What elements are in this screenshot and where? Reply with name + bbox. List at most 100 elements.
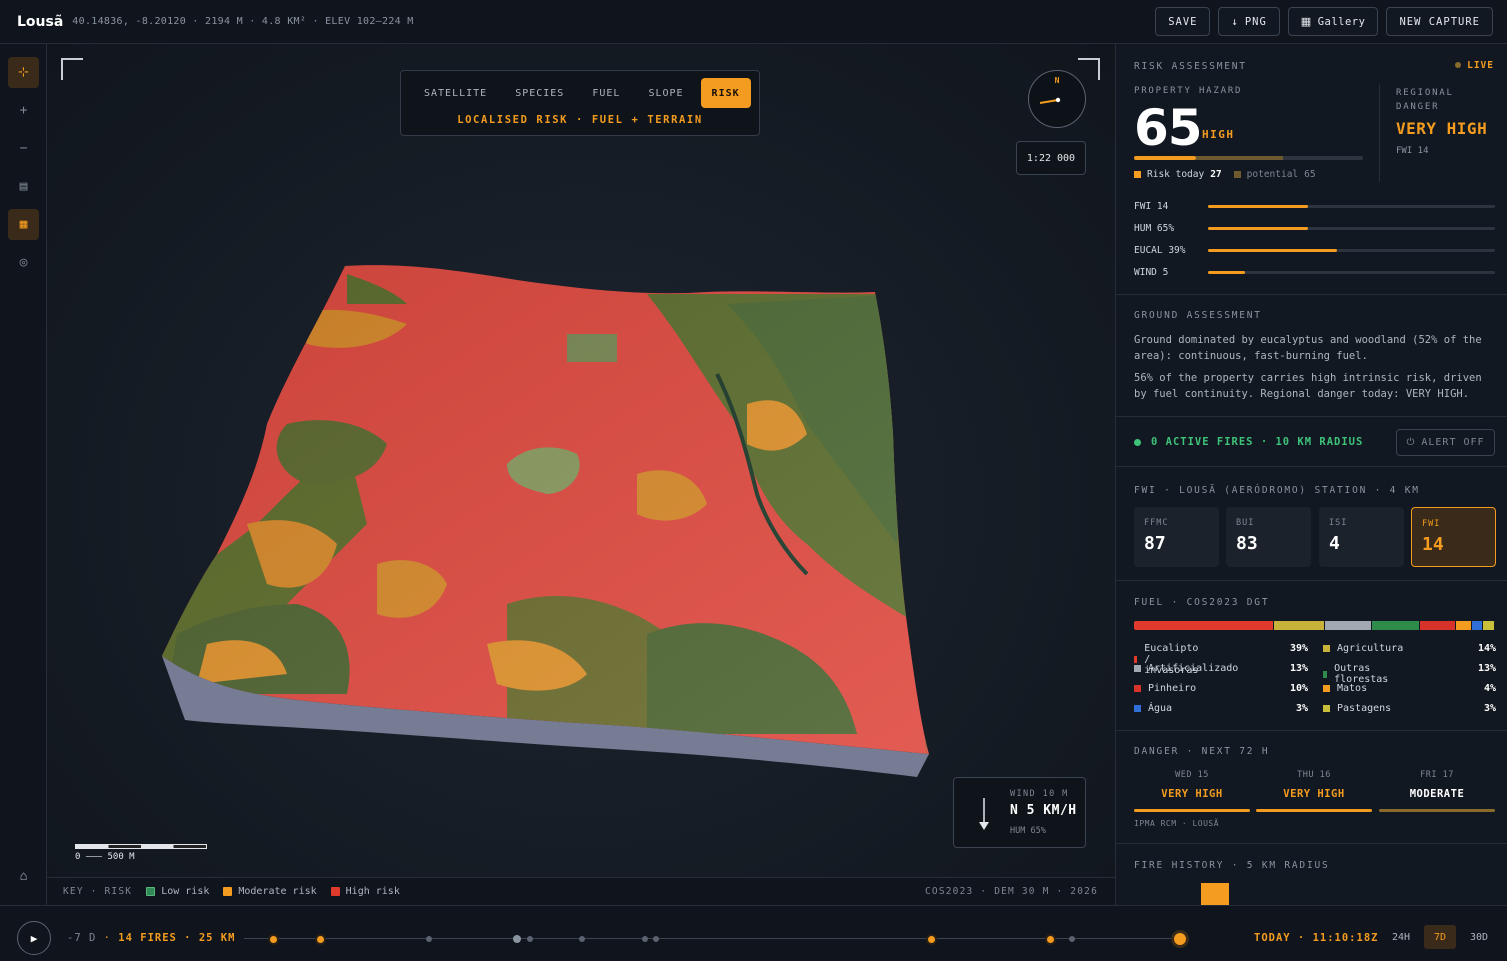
timeline-event-dot[interactable] (1069, 936, 1075, 942)
section-title: DANGER · NEXT 72 H (1134, 746, 1270, 757)
timeline-range: -7 D (67, 932, 97, 944)
timeline-event-dot[interactable] (527, 936, 533, 942)
tab-risk[interactable]: RISK (700, 78, 751, 108)
right-panel: RISK ASSESSMENT LIVE PROPERTY HAZARD 65 … (1115, 44, 1507, 905)
status-dot-icon (1134, 439, 1141, 446)
map-viewport[interactable]: SATELLITE SPECIES FUEL SLOPE RISK LOCALI… (47, 44, 1115, 877)
forecast-day-label: THU 16 (1297, 770, 1331, 780)
power-icon: ⏻ (1406, 437, 1416, 448)
tab-species[interactable]: SPECIES (504, 78, 575, 108)
metric-bar-fill (1208, 271, 1246, 274)
fuel-percent: 10% (1289, 683, 1308, 694)
fwi-card-label: FWI (1422, 519, 1441, 529)
grid-view-icon[interactable]: ▦ (8, 209, 39, 240)
risk-assessment-section: RISK ASSESSMENT LIVE PROPERTY HAZARD 65 … (1116, 44, 1507, 295)
timeline-info: -7 D · 14 FIRES · 25 KM (67, 932, 235, 944)
timeline-now: TODAY · 11:10:18Z (1254, 932, 1379, 944)
active-fires-section: 0 ACTIVE FIRES · 10 KM RADIUS ⏻ ALERT OFF (1116, 417, 1507, 467)
map-key-bar: KEY · RISK Low risk Moderate risk High r… (47, 877, 1115, 905)
regional-danger-label: REGIONAL DANGER (1396, 86, 1454, 114)
metric-label: FWI 14 (1134, 201, 1169, 212)
wind-widget: WIND 10 M N 5 KM/H HUM 65% (953, 777, 1086, 848)
fuel-percent: 13% (1289, 663, 1308, 674)
metric-bar-fill (1208, 227, 1309, 230)
timeline-event-dot[interactable] (513, 935, 521, 943)
fuel-bar-segment (1419, 621, 1457, 630)
new-capture-button[interactable]: NEW CAPTURE (1386, 7, 1493, 36)
data-source-label: COS2023 · DEM 30 M · 2026 (925, 886, 1098, 897)
danger-source: IPMA RCM · LOUSÃ (1134, 819, 1220, 828)
tab-fuel[interactable]: FUEL (581, 78, 631, 108)
fuel-label: Água (1148, 703, 1173, 714)
fuel-swatch (1323, 685, 1330, 692)
zoom-in-icon[interactable]: + (8, 95, 39, 126)
fuel-swatch (1134, 705, 1141, 712)
timeline-event-dot[interactable] (925, 933, 937, 945)
forecast-day: THU 16 VERY HIGH (1256, 770, 1372, 812)
grid-icon: ▦ (1300, 15, 1312, 28)
fuel-bar-segment (1324, 621, 1373, 630)
play-button[interactable]: ▶ (17, 921, 51, 955)
layers-icon[interactable]: ▤ (8, 171, 39, 202)
fuel-percent: 14% (1477, 643, 1496, 654)
timeline-event-dot[interactable] (1171, 930, 1189, 948)
regional-fwi: FWI 14 (1396, 146, 1429, 156)
low-risk-swatch (146, 887, 156, 896)
gallery-button[interactable]: ▦ Gallery (1287, 7, 1379, 36)
timeline-event-dot[interactable] (267, 933, 279, 945)
metric-label: HUM 65% (1134, 223, 1175, 234)
new-capture-label: NEW CAPTURE (1399, 15, 1480, 28)
regional-label-line2: DANGER (1396, 102, 1440, 112)
timeline-track[interactable] (244, 938, 1180, 939)
wind-value: N 5 KM/H (1010, 803, 1077, 818)
metric-bar (1208, 271, 1495, 274)
fuel-swatch (1134, 685, 1141, 692)
timeline-event-dot[interactable] (579, 936, 585, 942)
timeline-event-dot[interactable] (314, 933, 326, 945)
live-dot-icon (1455, 62, 1462, 68)
today-label: Risk today (1147, 169, 1205, 180)
select-tool-icon[interactable]: ⊹ (8, 57, 39, 88)
hazard-score: 65 (1134, 99, 1203, 157)
range-7d-button[interactable]: 7D (1424, 925, 1456, 949)
timeline-event-dot[interactable] (653, 936, 659, 942)
save-button[interactable]: SAVE (1155, 7, 1211, 36)
compass-widget[interactable]: N (1028, 70, 1086, 128)
active-fires-status: 0 ACTIVE FIRES · 10 KM RADIUS (1151, 436, 1364, 448)
fuel-percent: 4% (1483, 683, 1496, 694)
home-icon[interactable]: ⌂ (8, 861, 39, 892)
regional-label-line1: REGIONAL (1396, 88, 1454, 98)
distance-scale-label: 0 ——— 500 M (75, 852, 135, 862)
png-button[interactable]: ↓ PNG (1218, 7, 1280, 36)
tab-slope[interactable]: SLOPE (637, 78, 694, 108)
timeline-event-dot[interactable] (1044, 933, 1056, 945)
terrain-3d-render[interactable] (47, 44, 1115, 877)
potential-swatch (1233, 171, 1241, 178)
fuel-legend-item: Outras florestas (1323, 663, 1391, 685)
tab-satellite[interactable]: SATELLITE (413, 78, 498, 108)
play-icon: ▶ (30, 931, 38, 945)
target-icon[interactable]: ◎ (8, 247, 39, 278)
timeline-event-dot[interactable] (426, 936, 432, 942)
fwi-card-fwi: FWI 14 (1411, 507, 1496, 567)
fuel-label: Agricultura (1337, 643, 1404, 654)
forecast-level: VERY HIGH (1283, 788, 1345, 800)
alert-toggle-button[interactable]: ⏻ ALERT OFF (1396, 429, 1495, 456)
potential-label: potential (1246, 169, 1299, 180)
timeline-event-dot[interactable] (642, 936, 648, 942)
range-30d-button[interactable]: 30D (1462, 925, 1496, 949)
forecast-day: FRI 17 MODERATE (1379, 770, 1495, 812)
today-swatch (1134, 171, 1141, 178)
fuel-percent: 13% (1477, 663, 1496, 674)
forecast-level: MODERATE (1409, 788, 1465, 800)
fuel-label: Matos (1337, 683, 1368, 694)
metric-bar (1208, 205, 1495, 208)
metric-bar (1208, 227, 1495, 230)
zoom-out-icon[interactable]: − (8, 133, 39, 164)
fuel-bar-segment (1134, 621, 1275, 630)
fire-history-title: FIRE HISTORY · 5 KM RADIUS (1134, 860, 1330, 871)
download-icon: ↓ (1231, 15, 1239, 28)
key-label: Moderate risk (238, 886, 317, 897)
range-24h-button[interactable]: 24H (1384, 925, 1418, 949)
ground-paragraph-1: Ground dominated by eucalyptus and woodl… (1134, 334, 1482, 362)
